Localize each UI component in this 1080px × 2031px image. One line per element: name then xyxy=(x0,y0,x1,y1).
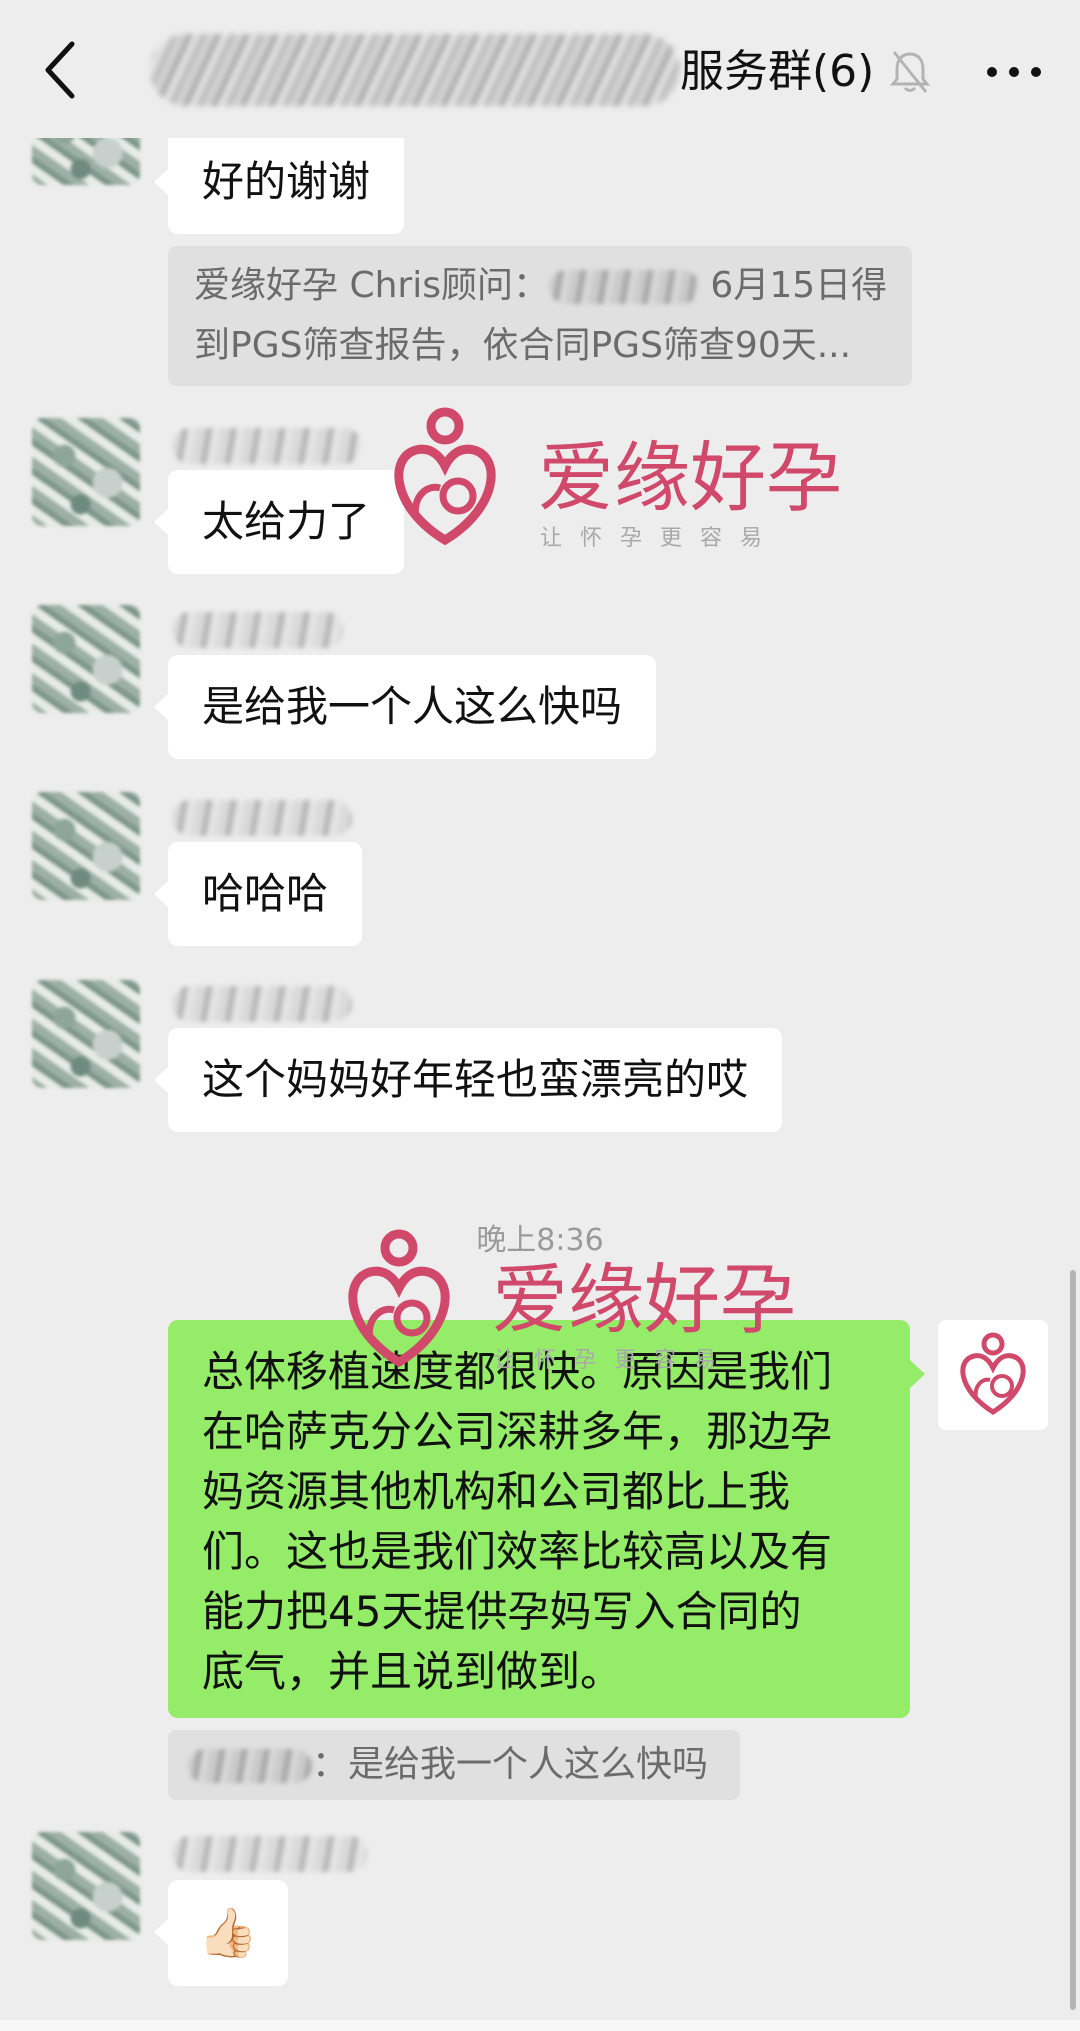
message-text-line: 总体移植速度都很快。原因是我们 xyxy=(202,1347,833,1396)
my-message-bubble[interactable]: 总体移植速度都很快。原因是我们 在哈萨克分公司深耕多年，那边孕 妈资源其他机构和… xyxy=(168,1320,925,1718)
message-bubble[interactable]: 好的谢谢 xyxy=(153,130,405,234)
more-dots-icon[interactable] xyxy=(972,40,1056,104)
message-text: 哈哈哈 xyxy=(202,869,329,918)
chat-header: 服务群(6) xyxy=(0,0,1080,138)
sender-nickname-redacted xyxy=(172,986,352,1022)
chevron-left-icon[interactable] xyxy=(28,30,92,110)
scrollbar[interactable] xyxy=(1070,1270,1076,2010)
sender-nickname-redacted xyxy=(172,1836,368,1872)
message-bubble[interactable]: 太给力了 xyxy=(153,470,405,574)
mention-redacted xyxy=(548,270,699,304)
quote-text: ：是给我一个人这么快吗 xyxy=(312,1744,709,1785)
thumbs-up-emoji: 👍🏻 xyxy=(198,1905,258,1961)
input-bar-edge xyxy=(0,2020,1080,2031)
watermark-tagline: 让怀孕更容易 xyxy=(540,526,781,551)
brand-logo-icon xyxy=(960,1332,1026,1415)
message-text-line: 底气，并且说到做到。 xyxy=(202,1647,623,1696)
quoted-message[interactable]: ：是给我一个人这么快吗 xyxy=(168,1730,740,1800)
message-text-line: 能力把45天提供孕妈写入合同的 xyxy=(202,1587,802,1636)
avatar[interactable] xyxy=(32,792,140,900)
quote-sender-redacted xyxy=(188,1749,312,1783)
avatar[interactable] xyxy=(32,418,140,526)
quoted-message[interactable]: 爱缘好孕 Chris顾问： 6月15日得 到PGS筛查报告，依合同PGS筛查90… xyxy=(168,246,912,386)
quote-text: 6月15日得 xyxy=(698,265,888,306)
message-text: 这个妈妈好年轻也蛮漂亮的哎 xyxy=(202,1055,749,1104)
message-bubble[interactable]: 哈哈哈 xyxy=(153,842,363,946)
sender-nickname-redacted xyxy=(172,612,344,648)
message-bubble[interactable]: 👍🏻 xyxy=(154,1880,288,1986)
avatar[interactable] xyxy=(32,1832,140,1940)
message-text-line: 在哈萨克分公司深耕多年，那边孕 xyxy=(202,1407,833,1456)
message-text: 太给力了 xyxy=(202,497,371,546)
message-bubble[interactable]: 是给我一个人这么快吗 xyxy=(153,655,657,759)
message-text: 是给我一个人这么快吗 xyxy=(202,682,623,731)
message-text-line: 们。这也是我们效率比较高以及有 xyxy=(202,1527,833,1576)
avatar[interactable] xyxy=(32,605,140,713)
quote-text-line2: 到PGS筛查报告，依合同PGS筛查90天... xyxy=(194,325,852,366)
chat-title[interactable]: 服务群(6) xyxy=(680,44,874,100)
brand-watermark: 爱缘好孕 让怀孕更容易 xyxy=(380,400,842,551)
group-name-redacted xyxy=(150,34,680,106)
watermark-name: 爱缘好孕 xyxy=(538,433,842,522)
quote-sender: 爱缘好孕 Chris顾问： xyxy=(194,265,549,306)
sender-nickname-redacted xyxy=(172,800,352,836)
sender-nickname-redacted xyxy=(172,428,362,464)
avatar[interactable] xyxy=(32,980,140,1088)
message-text: 好的谢谢 xyxy=(202,157,371,206)
message-timestamp: 晚上8:36 xyxy=(476,1223,604,1258)
message-text-line: 妈资源其他机构和公司都比上我 xyxy=(202,1467,791,1516)
message-bubble[interactable]: 这个妈妈好年轻也蛮漂亮的哎 xyxy=(153,1028,783,1132)
bell-muted-icon xyxy=(889,51,931,93)
my-avatar[interactable] xyxy=(938,1320,1048,1430)
